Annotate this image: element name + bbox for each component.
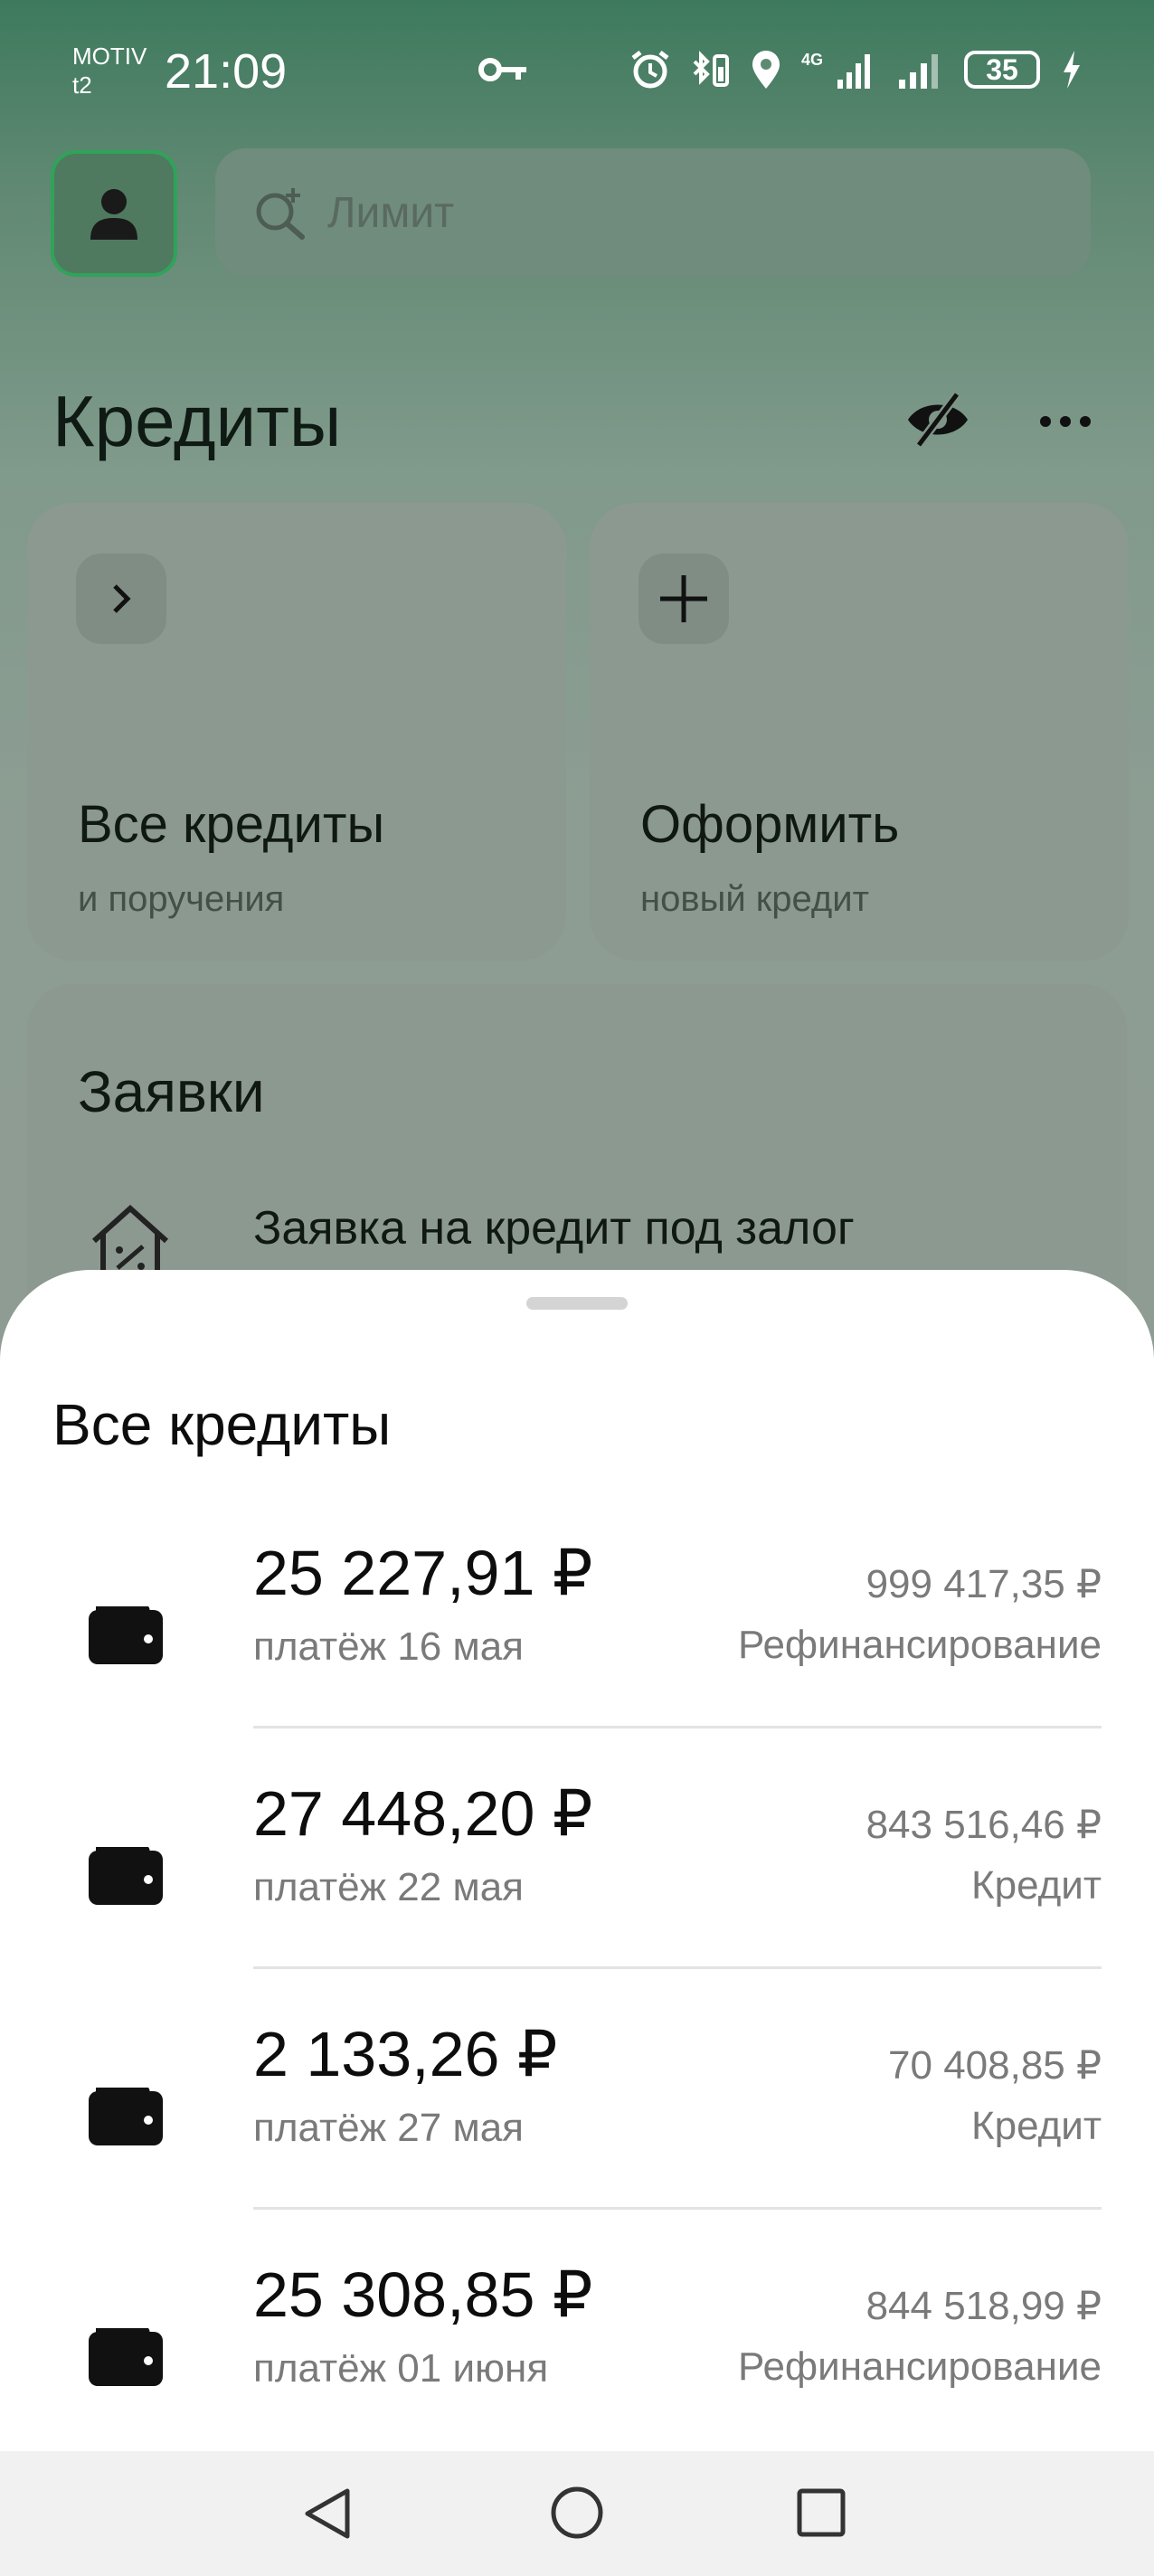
loan-type: Рефинансирование (738, 1623, 1102, 1667)
loan-payment-amount: 25 308,85 ₽ (253, 2259, 593, 2330)
loan-payment-date: платёж 27 мая (253, 2106, 524, 2150)
loan-type: Рефинансирование (738, 2344, 1102, 2389)
charging-icon (1064, 51, 1080, 89)
status-time: 21:09 (165, 44, 288, 99)
tile-title: Оформить (640, 795, 900, 854)
page-title: Кредиты (52, 381, 342, 461)
signal-2-icon (899, 54, 938, 89)
loan-balance: 999 417,35 ₽ (866, 1562, 1102, 1606)
wallet-icon (89, 2088, 163, 2145)
request-item-text[interactable]: Заявка на кредит под залог (253, 1201, 855, 1255)
loan-list: 25 227,91 ₽ платёж 16 мая 999 417,35 ₽ Р… (0, 1514, 1154, 2451)
loan-payment-amount: 2 133,26 ₽ (253, 2019, 558, 2089)
carrier-name: MOTIV (72, 43, 147, 70)
plus-icon (660, 575, 707, 622)
system-nav-bar (0, 2451, 1154, 2576)
loan-row[interactable]: 25 227,91 ₽ платёж 16 мая 999 417,35 ₽ Р… (0, 1514, 1154, 1755)
loan-balance: 70 408,85 ₽ (888, 2043, 1102, 2088)
tile-subtitle: и поручения (78, 879, 285, 919)
wallet-icon (89, 1847, 163, 1905)
battery-level: 35 (964, 51, 1040, 89)
chevron-right-icon (113, 584, 131, 613)
location-icon (752, 51, 780, 89)
eye-off-icon[interactable] (904, 391, 971, 449)
bluetooth-battery-icon (693, 51, 729, 87)
carrier-label: MOTIV t2 (72, 42, 147, 99)
divider (253, 1966, 1102, 1969)
loan-row[interactable]: 27 448,20 ₽ платёж 22 мая 843 516,46 ₽ К… (0, 1755, 1154, 1995)
all-credits-tile[interactable]: Все кредиты и поручения (27, 503, 566, 961)
loan-payment-date: платёж 01 июня (253, 2346, 549, 2391)
tile-plus-button (638, 554, 729, 644)
loan-payment-amount: 25 227,91 ₽ (253, 1538, 593, 1608)
loan-row[interactable]: 25 308,85 ₽ платёж 01 июня 844 518,99 ₽ … (0, 2236, 1154, 2451)
alarm-icon (631, 51, 669, 89)
divider (253, 1726, 1102, 1728)
loan-payment-date: платёж 22 мая (253, 1865, 524, 1909)
wallet-icon (89, 1606, 163, 1664)
loan-type: Кредит (970, 1863, 1102, 1908)
home-icon[interactable] (548, 2484, 606, 2542)
search-bar[interactable]: Лимит (215, 148, 1091, 277)
profile-button[interactable] (51, 150, 177, 277)
all-credits-sheet: Все кредиты 25 227,91 ₽ платёж 16 мая 99… (0, 1270, 1154, 2451)
status-bar: MOTIV t2 21:09 4G 35 (0, 0, 1154, 145)
back-icon[interactable] (300, 2486, 356, 2542)
loan-payment-amount: 27 448,20 ₽ (253, 1778, 593, 1849)
tile-title: Все кредиты (78, 795, 385, 854)
loan-balance: 844 518,99 ₽ (866, 2284, 1102, 2328)
tile-subtitle: новый кредит (640, 879, 869, 919)
wallet-icon (89, 2328, 163, 2386)
user-icon (90, 189, 137, 240)
new-credit-tile[interactable]: Оформить новый кредит (590, 503, 1129, 961)
signal-icon: 4G (801, 51, 870, 89)
tile-chevron-button (76, 554, 166, 644)
loan-payment-date: платёж 16 мая (253, 1624, 524, 1669)
recent-apps-icon[interactable] (796, 2487, 847, 2538)
more-icon[interactable] (1038, 405, 1093, 438)
carrier-sub: t2 (72, 71, 92, 99)
network-label: 4G (801, 51, 823, 69)
loan-type: Кредит (970, 2104, 1102, 2148)
sheet-title: Все кредиты (52, 1392, 392, 1457)
status-icons: 4G 35 (629, 49, 1082, 90)
requests-title: Заявки (78, 1059, 265, 1124)
search-placeholder: Лимит (327, 188, 455, 237)
search-sparkle-icon (256, 188, 305, 240)
vpn-key-icon (478, 58, 526, 81)
divider (253, 2207, 1102, 2210)
loan-balance: 843 516,46 ₽ (866, 1803, 1102, 1847)
sheet-grabber[interactable] (526, 1297, 628, 1310)
loan-row[interactable]: 2 133,26 ₽ платёж 27 мая 70 408,85 ₽ Кре… (0, 1995, 1154, 2236)
